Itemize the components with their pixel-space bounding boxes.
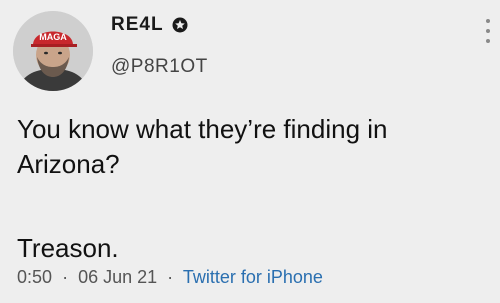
star-badge-icon xyxy=(172,17,188,33)
tweet-line-1: You know what they’re finding in xyxy=(17,114,388,144)
meta-separator-1: · xyxy=(62,267,69,287)
tweet-text: You know what they’re finding in Arizona… xyxy=(17,112,487,266)
tweet-line-3: Treason. xyxy=(17,233,119,263)
tweet-source-link[interactable]: Twitter for iPhone xyxy=(183,267,323,287)
tweet-meta: 0:50 · 06 Jun 21 · Twitter for iPhone xyxy=(17,267,323,288)
author-name-row: RE4L xyxy=(111,14,188,36)
tweet-line-2: Arizona? xyxy=(17,149,120,179)
tweet-time: 0:50 xyxy=(17,267,53,287)
more-vertical-icon[interactable] xyxy=(485,19,491,43)
avatar[interactable]: MAGA xyxy=(13,11,93,91)
meta-separator-2: · xyxy=(167,267,174,287)
tweet-date: 06 Jun 21 xyxy=(78,267,158,287)
avatar-image: MAGA xyxy=(13,11,93,91)
display-name[interactable]: RE4L xyxy=(111,14,164,36)
hat-text: MAGA xyxy=(39,32,67,42)
user-handle[interactable]: @P8R1OT xyxy=(111,56,208,78)
